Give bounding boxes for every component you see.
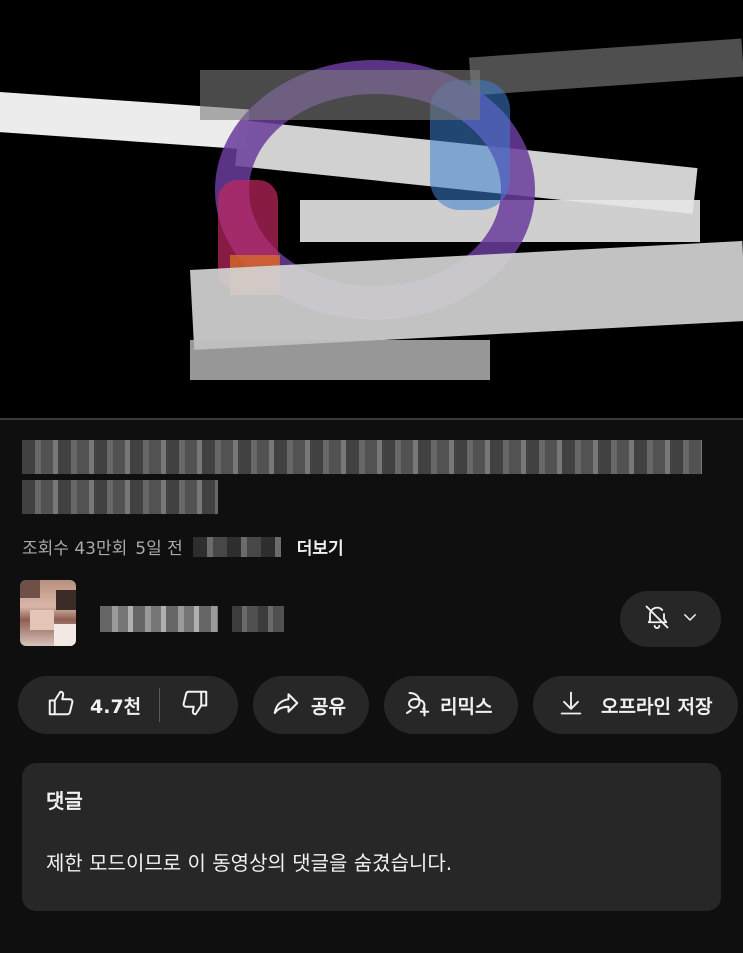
thumbs-up-icon	[46, 688, 76, 722]
download-icon	[557, 689, 585, 721]
share-label: 공유	[311, 695, 346, 718]
remix-label: 리믹스	[440, 695, 493, 718]
hashtags-blurred	[192, 536, 281, 557]
video-meta: 조회수 43만회 5일 전 더보기	[22, 534, 344, 559]
comments-panel[interactable]: 댓글 제한 모드이므로 이 동영상의 댓글을 숨겼습니다.	[22, 763, 721, 911]
notification-button[interactable]	[620, 591, 721, 647]
offline-save-label: 오프라인 저장	[601, 695, 713, 718]
remix-button[interactable]: 리믹스	[384, 676, 518, 734]
chevron-down-icon	[681, 608, 699, 630]
like-dislike-group: 4.7천	[18, 676, 238, 734]
bell-off-icon	[643, 603, 671, 635]
share-button[interactable]: 공유	[253, 676, 369, 734]
video-progress-bar[interactable]	[0, 418, 743, 420]
channel-name-blurred[interactable]	[100, 606, 218, 632]
share-arrow-icon	[271, 688, 301, 722]
thumbs-down-icon	[180, 688, 210, 722]
more-button[interactable]: 더보기	[297, 534, 344, 559]
channel-avatar[interactable]	[20, 580, 76, 646]
upload-age: 5일 전	[135, 539, 183, 559]
view-count: 조회수 43만회	[22, 539, 128, 559]
comments-title: 댓글	[46, 789, 83, 813]
channel-subscribers-blurred	[232, 606, 284, 632]
like-count: 4.7천	[90, 695, 142, 718]
like-button[interactable]: 4.7천	[18, 676, 141, 734]
offline-save-button[interactable]: 오프라인 저장	[533, 676, 738, 734]
video-frame-pixelated	[0, 0, 743, 420]
video-player[interactable]	[0, 0, 743, 420]
dislike-button[interactable]	[160, 676, 230, 734]
comments-restricted-message: 제한 모드이므로 이 동영상의 댓글을 숨겼습니다.	[46, 851, 453, 875]
remix-icon	[402, 688, 432, 722]
